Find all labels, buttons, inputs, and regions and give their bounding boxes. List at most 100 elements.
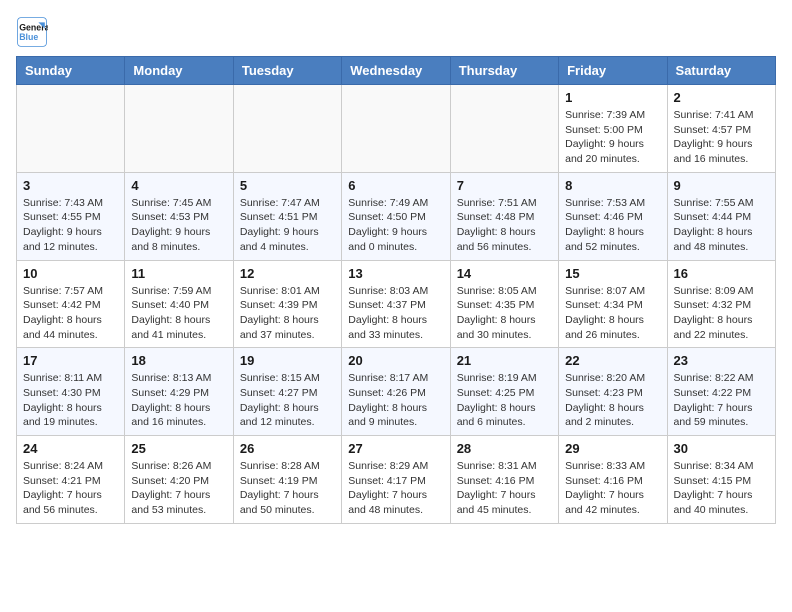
logo-icon: General Blue	[16, 16, 48, 48]
day-number: 16	[674, 266, 769, 281]
calendar-week-row: 17 Sunrise: 8:11 AM Sunset: 4:30 PM Dayli…	[17, 348, 776, 436]
day-info: Sunrise: 8:26 AM Sunset: 4:20 PM Dayligh…	[131, 459, 226, 518]
day-of-week-header: Saturday	[667, 57, 775, 85]
day-info: Sunrise: 7:47 AM Sunset: 4:51 PM Dayligh…	[240, 196, 335, 255]
calendar-day-cell: 14 Sunrise: 8:05 AM Sunset: 4:35 PM Dayli…	[450, 260, 558, 348]
calendar-day-cell: 1Sunrise: 7:39 AM Sunset: 5:00 PM Daylig…	[559, 85, 667, 173]
calendar-week-row: 3 Sunrise: 7:43 AM Sunset: 4:55 PM Daylig…	[17, 172, 776, 260]
day-info: Sunrise: 8:22 AM Sunset: 4:22 PM Dayligh…	[674, 371, 769, 430]
calendar-header-row: SundayMondayTuesdayWednesdayThursdayFrid…	[17, 57, 776, 85]
logo: General Blue	[16, 16, 52, 48]
calendar-day-cell: 25 Sunrise: 8:26 AM Sunset: 4:20 PM Dayli…	[125, 436, 233, 524]
day-info: Sunrise: 8:33 AM Sunset: 4:16 PM Dayligh…	[565, 459, 660, 518]
page-header: General Blue	[16, 16, 776, 48]
day-info: Sunrise: 7:39 AM Sunset: 5:00 PM Dayligh…	[565, 108, 660, 167]
calendar-day-cell: 8 Sunrise: 7:53 AM Sunset: 4:46 PM Daylig…	[559, 172, 667, 260]
day-number: 3	[23, 178, 118, 193]
day-info: Sunrise: 8:34 AM Sunset: 4:15 PM Dayligh…	[674, 459, 769, 518]
calendar-day-cell: 7 Sunrise: 7:51 AM Sunset: 4:48 PM Daylig…	[450, 172, 558, 260]
calendar-day-cell: 29 Sunrise: 8:33 AM Sunset: 4:16 PM Dayli…	[559, 436, 667, 524]
day-number: 8	[565, 178, 660, 193]
day-number: 14	[457, 266, 552, 281]
day-info: Sunrise: 8:05 AM Sunset: 4:35 PM Dayligh…	[457, 284, 552, 343]
day-info: Sunrise: 7:53 AM Sunset: 4:46 PM Dayligh…	[565, 196, 660, 255]
day-number: 7	[457, 178, 552, 193]
day-info: Sunrise: 7:41 AM Sunset: 4:57 PM Dayligh…	[674, 108, 769, 167]
calendar-day-cell: 21 Sunrise: 8:19 AM Sunset: 4:25 PM Dayli…	[450, 348, 558, 436]
day-number: 17	[23, 353, 118, 368]
calendar-day-cell: 11Sunrise: 7:59 AM Sunset: 4:40 PM Dayli…	[125, 260, 233, 348]
day-number: 6	[348, 178, 443, 193]
calendar-day-cell: 16 Sunrise: 8:09 AM Sunset: 4:32 PM Dayli…	[667, 260, 775, 348]
day-info: Sunrise: 8:19 AM Sunset: 4:25 PM Dayligh…	[457, 371, 552, 430]
day-of-week-header: Sunday	[17, 57, 125, 85]
calendar-day-cell: 20 Sunrise: 8:17 AM Sunset: 4:26 PM Dayli…	[342, 348, 450, 436]
calendar-day-cell: 30 Sunrise: 8:34 AM Sunset: 4:15 PM Dayli…	[667, 436, 775, 524]
day-number: 23	[674, 353, 769, 368]
day-info: Sunrise: 8:20 AM Sunset: 4:23 PM Dayligh…	[565, 371, 660, 430]
calendar-day-cell	[17, 85, 125, 173]
day-number: 21	[457, 353, 552, 368]
calendar-day-cell: 13Sunrise: 8:03 AM Sunset: 4:37 PM Dayli…	[342, 260, 450, 348]
svg-text:Blue: Blue	[19, 32, 38, 42]
calendar-day-cell: 15 Sunrise: 8:07 AM Sunset: 4:34 PM Dayli…	[559, 260, 667, 348]
day-number: 28	[457, 441, 552, 456]
day-info: Sunrise: 7:57 AM Sunset: 4:42 PM Dayligh…	[23, 284, 118, 343]
calendar-day-cell: 17 Sunrise: 8:11 AM Sunset: 4:30 PM Dayli…	[17, 348, 125, 436]
calendar-day-cell	[233, 85, 341, 173]
day-info: Sunrise: 8:01 AM Sunset: 4:39 PM Dayligh…	[240, 284, 335, 343]
day-info: Sunrise: 7:59 AM Sunset: 4:40 PM Dayligh…	[131, 284, 226, 343]
day-of-week-header: Wednesday	[342, 57, 450, 85]
calendar-day-cell: 9 Sunrise: 7:55 AM Sunset: 4:44 PM Daylig…	[667, 172, 775, 260]
day-number: 10	[23, 266, 118, 281]
day-number: 30	[674, 441, 769, 456]
day-number: 29	[565, 441, 660, 456]
day-number: 12	[240, 266, 335, 281]
calendar-day-cell: 28Sunrise: 8:31 AM Sunset: 4:16 PM Dayli…	[450, 436, 558, 524]
day-number: 20	[348, 353, 443, 368]
day-info: Sunrise: 7:49 AM Sunset: 4:50 PM Dayligh…	[348, 196, 443, 255]
day-info: Sunrise: 7:55 AM Sunset: 4:44 PM Dayligh…	[674, 196, 769, 255]
day-number: 4	[131, 178, 226, 193]
day-info: Sunrise: 8:28 AM Sunset: 4:19 PM Dayligh…	[240, 459, 335, 518]
day-info: Sunrise: 7:43 AM Sunset: 4:55 PM Dayligh…	[23, 196, 118, 255]
day-info: Sunrise: 8:09 AM Sunset: 4:32 PM Dayligh…	[674, 284, 769, 343]
day-number: 5	[240, 178, 335, 193]
day-number: 9	[674, 178, 769, 193]
calendar-day-cell: 18Sunrise: 8:13 AM Sunset: 4:29 PM Dayli…	[125, 348, 233, 436]
day-number: 15	[565, 266, 660, 281]
day-info: Sunrise: 8:11 AM Sunset: 4:30 PM Dayligh…	[23, 371, 118, 430]
calendar-day-cell: 2 Sunrise: 7:41 AM Sunset: 4:57 PM Daylig…	[667, 85, 775, 173]
calendar-day-cell	[342, 85, 450, 173]
day-number: 13	[348, 266, 443, 281]
day-info: Sunrise: 8:07 AM Sunset: 4:34 PM Dayligh…	[565, 284, 660, 343]
calendar-day-cell: 10 Sunrise: 7:57 AM Sunset: 4:42 PM Dayli…	[17, 260, 125, 348]
day-info: Sunrise: 8:24 AM Sunset: 4:21 PM Dayligh…	[23, 459, 118, 518]
calendar-day-cell: 19 Sunrise: 8:15 AM Sunset: 4:27 PM Dayli…	[233, 348, 341, 436]
day-info: Sunrise: 8:17 AM Sunset: 4:26 PM Dayligh…	[348, 371, 443, 430]
calendar-day-cell: 23 Sunrise: 8:22 AM Sunset: 4:22 PM Dayli…	[667, 348, 775, 436]
day-info: Sunrise: 7:51 AM Sunset: 4:48 PM Dayligh…	[457, 196, 552, 255]
calendar-week-row: 24Sunrise: 8:24 AM Sunset: 4:21 PM Dayli…	[17, 436, 776, 524]
calendar-day-cell: 12 Sunrise: 8:01 AM Sunset: 4:39 PM Dayli…	[233, 260, 341, 348]
day-info: Sunrise: 8:15 AM Sunset: 4:27 PM Dayligh…	[240, 371, 335, 430]
day-of-week-header: Friday	[559, 57, 667, 85]
calendar-week-row: 10 Sunrise: 7:57 AM Sunset: 4:42 PM Dayli…	[17, 260, 776, 348]
day-number: 26	[240, 441, 335, 456]
calendar-day-cell: 24Sunrise: 8:24 AM Sunset: 4:21 PM Dayli…	[17, 436, 125, 524]
calendar-day-cell: 26 Sunrise: 8:28 AM Sunset: 4:19 PM Dayli…	[233, 436, 341, 524]
day-of-week-header: Tuesday	[233, 57, 341, 85]
calendar-day-cell: 6 Sunrise: 7:49 AM Sunset: 4:50 PM Daylig…	[342, 172, 450, 260]
day-number: 25	[131, 441, 226, 456]
calendar-day-cell	[125, 85, 233, 173]
day-number: 19	[240, 353, 335, 368]
day-info: Sunrise: 8:29 AM Sunset: 4:17 PM Dayligh…	[348, 459, 443, 518]
day-number: 2	[674, 90, 769, 105]
day-info: Sunrise: 8:13 AM Sunset: 4:29 PM Dayligh…	[131, 371, 226, 430]
day-number: 22	[565, 353, 660, 368]
calendar-day-cell: 22 Sunrise: 8:20 AM Sunset: 4:23 PM Dayli…	[559, 348, 667, 436]
calendar-week-row: 1Sunrise: 7:39 AM Sunset: 5:00 PM Daylig…	[17, 85, 776, 173]
day-info: Sunrise: 7:45 AM Sunset: 4:53 PM Dayligh…	[131, 196, 226, 255]
day-of-week-header: Thursday	[450, 57, 558, 85]
calendar-table: SundayMondayTuesdayWednesdayThursdayFrid…	[16, 56, 776, 524]
